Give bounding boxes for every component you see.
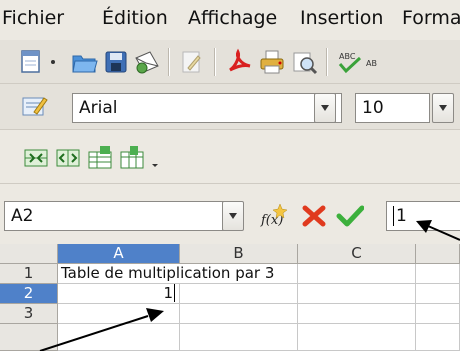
open-folder-icon[interactable]: [70, 48, 98, 76]
merge-cells-icon[interactable]: [22, 144, 50, 172]
insert-columns-icon[interactable]: [118, 144, 146, 172]
cell-d4[interactable]: [416, 324, 460, 351]
formatting-toolbar: Arial 10: [0, 84, 460, 130]
cell-a3[interactable]: [58, 304, 180, 324]
cell-a2-value: 1: [163, 284, 173, 302]
toolbar-separator: [326, 48, 328, 76]
print-icon[interactable]: [258, 48, 286, 76]
save-icon[interactable]: [102, 48, 130, 76]
svg-text:ABC: ABC: [339, 52, 356, 61]
text-cursor: [174, 284, 175, 302]
row-header-4[interactable]: [0, 324, 58, 351]
menu-edition[interactable]: Édition: [102, 7, 168, 29]
autospellcheck-icon[interactable]: AB: [366, 48, 380, 76]
cell-c1[interactable]: [298, 264, 416, 284]
cell-b2[interactable]: [180, 284, 298, 304]
cell-d1[interactable]: [416, 264, 460, 284]
cell-b3[interactable]: [180, 304, 298, 324]
row-header-2[interactable]: 2: [0, 284, 58, 304]
edit-file-icon[interactable]: [178, 48, 206, 76]
cell-c2[interactable]: [298, 284, 416, 304]
menu-affichage[interactable]: Affichage: [188, 7, 277, 29]
function-wizard-icon[interactable]: f(x): [260, 202, 288, 230]
cancel-icon[interactable]: [300, 202, 328, 230]
cell-d2[interactable]: [416, 284, 460, 304]
formula-bar: A2 f(x) 1: [0, 196, 460, 236]
split-cells-icon[interactable]: [54, 144, 82, 172]
column-header-b[interactable]: B: [180, 244, 298, 264]
menu-format[interactable]: Forma: [402, 7, 460, 29]
cell-b4[interactable]: [180, 324, 298, 351]
print-preview-icon[interactable]: [290, 48, 318, 76]
toolbar-overflow-icon[interactable]: [148, 144, 162, 172]
standard-toolbar: ABC AB: [0, 40, 460, 84]
select-all-corner[interactable]: [0, 244, 58, 264]
new-dropdown-arrow-icon[interactable]: [46, 48, 60, 76]
name-box[interactable]: A2: [4, 201, 224, 231]
insert-rows-icon[interactable]: [86, 144, 114, 172]
accept-icon[interactable]: [336, 202, 365, 230]
email-icon[interactable]: [133, 48, 161, 76]
row-header-3[interactable]: 3: [0, 304, 58, 324]
formula-input-value: 1: [393, 206, 407, 226]
menu-bar: Fichier Édition Affichage Insertion Form…: [0, 0, 460, 40]
formula-input[interactable]: 1: [386, 201, 460, 231]
cell-b1[interactable]: [180, 264, 298, 284]
menu-fichier[interactable]: Fichier: [2, 7, 64, 29]
cells-toolbar: [0, 130, 460, 184]
svg-text:AB: AB: [366, 59, 377, 68]
styles-formatting-icon[interactable]: [20, 92, 48, 120]
column-header-c[interactable]: C: [298, 244, 416, 264]
font-name-dropdown-icon[interactable]: [314, 93, 336, 123]
toolbar-separator: [168, 48, 170, 76]
cell-c3[interactable]: [298, 304, 416, 324]
export-pdf-icon[interactable]: [226, 48, 254, 76]
menu-insertion[interactable]: Insertion: [300, 7, 383, 29]
spellcheck-icon[interactable]: ABC: [336, 48, 364, 76]
column-header-a[interactable]: A: [58, 244, 180, 264]
font-size-dropdown-icon[interactable]: [432, 93, 454, 123]
font-name-box[interactable]: Arial: [72, 93, 342, 123]
column-header-d[interactable]: [416, 244, 460, 264]
cell-a1[interactable]: Table de multiplication par 3: [58, 264, 274, 284]
cell-a2[interactable]: 1: [58, 284, 180, 304]
new-document-icon[interactable]: [18, 48, 46, 76]
name-box-dropdown-icon[interactable]: [222, 201, 244, 231]
spreadsheet-grid: A B C 1 Table de multiplication par 3 2 …: [0, 244, 460, 351]
cell-d3[interactable]: [416, 304, 460, 324]
cell-c4[interactable]: [298, 324, 416, 351]
cell-a4[interactable]: [58, 324, 180, 351]
row-header-1[interactable]: 1: [0, 264, 58, 284]
toolbar-separator: [214, 48, 216, 76]
font-size-box[interactable]: 10: [355, 93, 430, 123]
